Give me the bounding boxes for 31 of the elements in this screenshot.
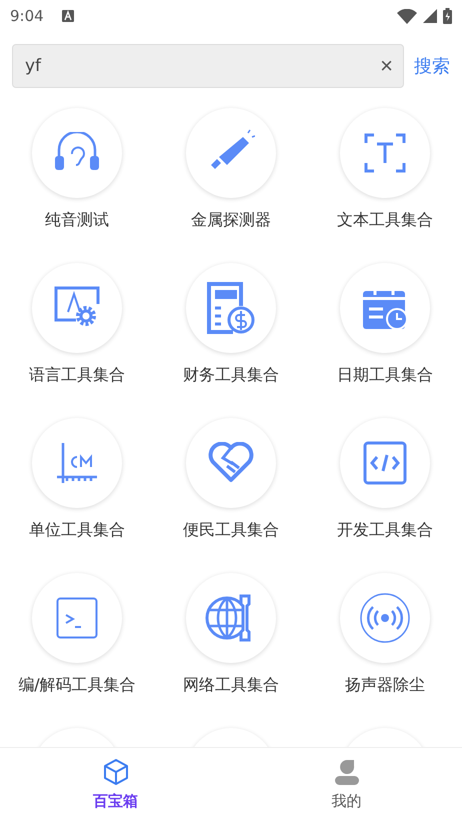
search-button[interactable]: 搜索 — [414, 54, 450, 78]
user-icon — [334, 758, 360, 786]
notification-icon — [62, 10, 74, 22]
tool-label: 文本工具集合 — [337, 210, 433, 231]
signal-icon — [423, 9, 437, 23]
tool-label: 语言工具集合 — [29, 365, 125, 386]
nav-tab[interactable]: 我的 — [231, 748, 462, 821]
tool-label: 金属探测器 — [191, 210, 271, 231]
tool-label: 纯音测试 — [45, 210, 109, 231]
clear-button[interactable]: × — [380, 55, 393, 77]
cube-icon — [102, 758, 128, 786]
tool-label: 单位工具集合 — [29, 520, 125, 541]
tool-label: 日期工具集合 — [337, 365, 433, 386]
tool-label: 开发工具集合 — [337, 520, 433, 541]
finance-document-icon — [207, 282, 255, 334]
heart-handshake-icon — [207, 442, 255, 484]
ruler-cm-icon — [55, 441, 99, 485]
status-time: 9:04 — [10, 7, 44, 25]
search-field[interactable]: yf × — [12, 44, 404, 88]
battery-icon — [443, 8, 452, 24]
tool-label: 网络工具集合 — [183, 675, 279, 696]
code-icon — [363, 441, 407, 485]
tool-label: 编/解码工具集合 — [18, 675, 136, 696]
nav-tab[interactable]: 百宝箱 — [0, 748, 231, 821]
terminal-icon — [56, 597, 98, 639]
wifi-icon — [397, 8, 417, 24]
text-scan-icon — [364, 133, 406, 173]
tool-label: 扬声器除尘 — [345, 675, 425, 696]
speaker-signal-icon — [359, 592, 411, 644]
tool-label: 便民工具集合 — [183, 520, 279, 541]
tool-label: 财务工具集合 — [183, 365, 279, 386]
